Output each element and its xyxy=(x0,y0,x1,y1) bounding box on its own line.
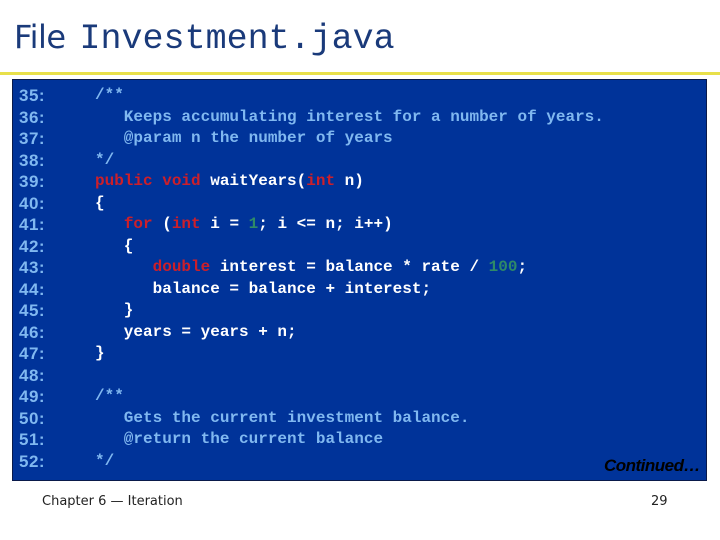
line-number: 42: xyxy=(19,236,46,256)
code-line: 43: double interest = balance * rate / 1… xyxy=(13,257,706,278)
code-line: 38: */ xyxy=(13,150,706,171)
code-line: 52: */ xyxy=(13,451,706,472)
keyword-token: double xyxy=(152,258,211,276)
code-text: @param n the number of years xyxy=(95,128,393,149)
code-line: 45: } xyxy=(13,300,706,321)
number-token: 100 xyxy=(488,258,518,276)
code-token: ; xyxy=(517,258,528,276)
code-line: 35: /** xyxy=(13,85,706,106)
code-token: ; i <= n; i++) xyxy=(258,215,393,233)
code-line: 37: @param n the number of years xyxy=(13,128,706,149)
code-text: years = years + n; xyxy=(95,322,297,343)
code-line: 44: balance = balance + interest; xyxy=(13,279,706,300)
title-word: File xyxy=(14,18,66,56)
code-text: */ xyxy=(95,150,114,171)
code-token: { xyxy=(95,236,134,255)
title-divider xyxy=(0,72,720,75)
code-text: double interest = balance * rate / 100; xyxy=(95,257,527,278)
comment-token: */ xyxy=(95,451,115,470)
code-line: 47:} xyxy=(13,343,706,364)
keyword-token: int xyxy=(306,172,336,190)
code-line: 50: Gets the current investment balance. xyxy=(13,408,706,429)
code-listing: Continued… 35:/** 36: Keeps accumulating … xyxy=(12,79,707,481)
code-text: } xyxy=(95,300,134,321)
line-number: 46: xyxy=(19,322,46,342)
line-number: 38: xyxy=(19,150,46,170)
code-line: 42: { xyxy=(13,236,706,257)
keyword-token: int xyxy=(171,215,201,233)
comment-token: @param n the number of years xyxy=(95,129,393,147)
line-number: 51: xyxy=(19,430,46,449)
line-number: 36: xyxy=(19,107,46,127)
line-number: 39: xyxy=(19,172,46,191)
line-number: 43: xyxy=(19,258,46,277)
code-token: ( xyxy=(152,215,172,233)
code-line: 46: years = years + n; xyxy=(13,322,706,343)
line-number: 50: xyxy=(19,408,46,428)
code-token: } xyxy=(95,344,105,362)
code-line: 49: /** xyxy=(13,386,706,407)
code-text: for (int i = 1; i <= n; i++) xyxy=(95,214,393,235)
code-text: @return the current balance xyxy=(95,429,383,450)
code-text: { xyxy=(95,236,134,257)
code-text: public void waitYears(int n) xyxy=(95,171,364,192)
code-token: interest = balance * rate / xyxy=(210,258,489,276)
file-name: Investment.java xyxy=(79,19,395,59)
line-number: 47: xyxy=(19,344,46,363)
comment-token: /** xyxy=(95,86,124,104)
line-number: 40: xyxy=(19,193,46,213)
keyword-token: public void xyxy=(95,172,201,190)
code-token: { xyxy=(95,193,105,212)
keyword-token: for xyxy=(123,215,153,233)
code-token: i = xyxy=(200,215,249,233)
code-text: /** xyxy=(95,386,124,407)
code-token: waitYears( xyxy=(200,172,307,190)
code-token: years = years + n; xyxy=(95,322,297,341)
code-line: 48: xyxy=(13,365,706,386)
number-token: 1 xyxy=(248,215,259,233)
line-number: 35: xyxy=(19,86,46,105)
comment-token: @return the current balance xyxy=(95,430,384,448)
code-text: Gets the current investment balance. xyxy=(95,408,470,429)
comment-token: Keeps accumulating interest for a number… xyxy=(95,107,604,126)
page-number: 29 xyxy=(651,494,668,509)
code-line: 40: { xyxy=(13,193,706,214)
comment-token: Gets the current investment balance. xyxy=(95,408,470,427)
code-text: balance = balance + interest; xyxy=(95,279,431,300)
code-text: } xyxy=(95,343,105,364)
code-token: n) xyxy=(335,172,364,190)
line-number: 52: xyxy=(19,451,46,471)
code-text: /** xyxy=(95,85,124,106)
code-token: } xyxy=(95,301,134,319)
comment-token: /** xyxy=(95,387,124,405)
code-line: 51: @return the current balance xyxy=(13,429,706,450)
code-text: */ xyxy=(95,451,114,472)
line-number: 37: xyxy=(19,129,46,148)
line-number: 41: xyxy=(19,215,46,234)
code-line: 39: public void waitYears(int n) xyxy=(13,171,706,192)
line-number: 49: xyxy=(19,387,46,406)
line-number: 44: xyxy=(19,279,46,299)
slide-title: File Investment.java xyxy=(14,18,395,62)
code-token: balance = balance + interest; xyxy=(95,279,432,298)
comment-token: */ xyxy=(95,150,115,169)
chapter-footer: Chapter 6 — Iteration xyxy=(42,494,183,509)
line-number: 48: xyxy=(19,365,46,385)
code-line: 41: for (int i = 1; i <= n; i++) xyxy=(13,214,706,235)
code-text: Keeps accumulating interest for a number… xyxy=(95,107,604,128)
line-number: 45: xyxy=(19,301,46,320)
code-text: { xyxy=(95,193,105,214)
code-line: 36: Keeps accumulating interest for a nu… xyxy=(13,107,706,128)
